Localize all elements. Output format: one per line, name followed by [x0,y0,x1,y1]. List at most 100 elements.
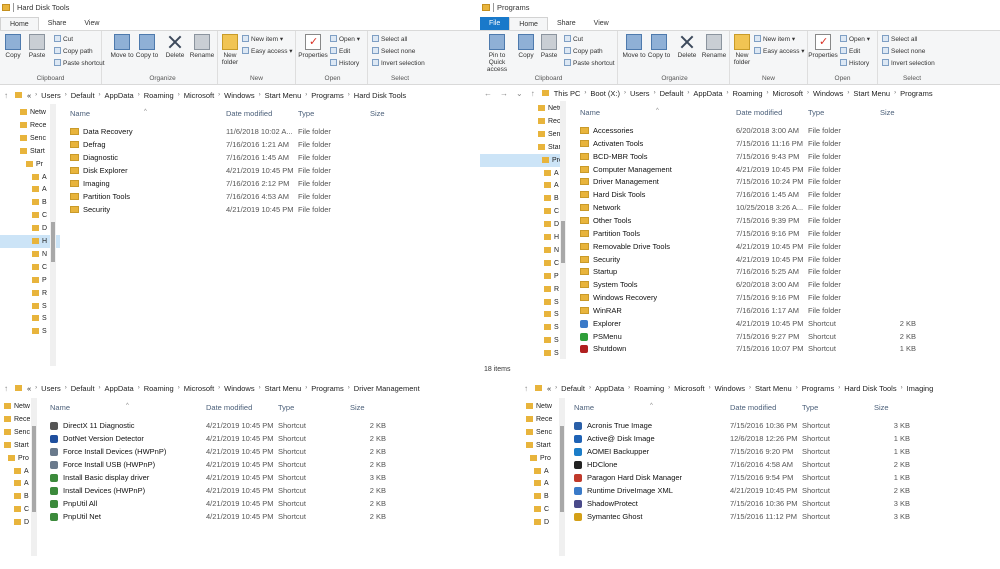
nav-item[interactable]: D [0,516,29,529]
move-to-button[interactable]: Move to [622,34,646,59]
tab-view[interactable]: View [585,17,618,30]
table-row[interactable]: Acronis True Image 7/15/2016 10:36 PM Shor… [570,419,990,432]
table-row[interactable]: Network 10/25/2018 3:26 A... File folder [576,201,996,214]
nav-item[interactable]: A [524,465,549,478]
table-row[interactable]: Imaging 7/16/2016 2:12 PM File folder [66,177,480,190]
nav-item[interactable]: D [480,218,559,231]
breadcrumb-item[interactable]: Default [69,91,97,100]
nav-item[interactable]: A [0,171,47,184]
move-to-button[interactable]: Move to [110,34,134,59]
breadcrumb-item[interactable]: Hard Disk Tools [352,91,408,100]
paste-shortcut-button[interactable]: Paste shortcut [564,59,615,68]
breadcrumb-item[interactable]: Driver Management [352,384,422,393]
forward-arrow-icon[interactable]: → [496,89,512,98]
breadcrumb-item[interactable]: « [25,91,33,100]
back-arrow-icon[interactable]: ← [480,89,496,98]
table-row[interactable]: AOMEI Backupper 7/15/2016 9:20 PM Shortcut… [570,445,990,458]
column-type[interactable]: Type [802,403,818,412]
breadcrumb-item[interactable]: Microsoft [182,384,216,393]
select-none-button[interactable]: Select none [372,47,415,56]
nav-item[interactable]: S [0,325,47,338]
nav-item[interactable]: H [480,231,559,244]
nav-item[interactable]: S [480,347,559,360]
paste-button[interactable]: Paste [538,34,560,59]
nav-item[interactable]: D [0,222,47,235]
table-row[interactable]: Security 4/21/2019 10:45 PM File folder [576,253,996,266]
copy-button[interactable]: Copy [2,34,24,59]
table-row[interactable]: Defrag 7/16/2016 1:21 AM File folder [66,138,480,151]
recent-chevron-icon[interactable]: ⌄ [512,89,527,98]
cut-button[interactable]: Cut [564,35,583,44]
nav-scrollbar-thumb[interactable] [560,426,564,512]
properties-button[interactable]: Properties [298,34,328,59]
address-bar[interactable]: ← → ⌄ ↑ This PC › Boot (X:) › Users › Default ›… [480,87,1000,99]
breadcrumb-item[interactable]: Default [559,384,587,393]
nav-item[interactable]: B [0,490,29,503]
nav-scrollbar-thumb[interactable] [561,221,565,263]
nav-item[interactable]: A [0,183,47,196]
breadcrumb-item[interactable]: AppData [593,384,626,393]
table-row[interactable]: Windows Recovery 7/15/2016 9:16 PM File fo… [576,291,996,304]
table-row[interactable]: Disk Explorer 4/21/2019 10:45 PM File fold… [66,164,480,177]
breadcrumb-item[interactable]: Roaming [632,384,666,393]
breadcrumb-item[interactable]: Default [658,89,686,98]
table-row[interactable]: Paragon Hard Disk Manager 7/15/2016 9:54 … [570,471,990,484]
up-arrow-icon[interactable]: ↑ [520,384,532,393]
breadcrumb-item[interactable]: Boot (X:) [588,89,622,98]
nav-item[interactable]: Pro [0,452,29,465]
nav-item[interactable]: A [0,465,29,478]
nav-item[interactable]: Senc [524,426,552,439]
table-row[interactable]: Startup 7/16/2016 5:25 AM File folder [576,265,996,278]
nav-item[interactable]: Start [480,141,563,154]
nav-item[interactable]: C [480,205,559,218]
breadcrumb-item[interactable]: AppData [103,91,136,100]
nav-item[interactable]: B [480,192,559,205]
nav-item[interactable]: Pro [480,153,565,167]
nav-item[interactable]: Start [524,439,551,452]
nav-scrollbar-thumb[interactable] [32,426,36,512]
up-arrow-icon[interactable]: ↑ [527,89,539,98]
table-row[interactable]: Force Install Devices (HWPnP) 4/21/2019 1… [46,445,466,458]
nav-item[interactable]: Rece [480,115,564,128]
edit-button[interactable]: Edit [330,47,350,56]
nav-item[interactable]: S [0,300,47,313]
table-row[interactable]: Driver Management 7/15/2016 10:24 PM File … [576,175,996,188]
table-row[interactable]: Diagnostic 7/16/2016 1:45 AM File folder [66,151,480,164]
table-row[interactable]: DirectX 11 Diagnostic 4/21/2019 10:45 PM S… [46,419,466,432]
select-all-button[interactable]: Select all [882,35,917,44]
breadcrumb-item[interactable]: Roaming [142,384,176,393]
nav-item[interactable]: A [480,179,559,192]
breadcrumb-item[interactable]: Programs [309,384,346,393]
breadcrumb-item[interactable]: Microsoft [771,89,805,98]
column-type[interactable]: Type [278,403,294,412]
nav-item[interactable]: Pro [524,452,551,465]
table-row[interactable]: Hard Disk Tools 7/16/2016 1:45 AM File fol… [576,188,996,201]
invert-selection-button[interactable]: Invert selection [372,59,425,68]
nav-item[interactable]: P [0,274,47,287]
new-item-button[interactable]: New item ▾ [242,35,283,44]
breadcrumb-item[interactable]: Start Menu [263,91,304,100]
table-row[interactable]: Symantec Ghost 7/15/2016 11:12 PM Shortcut… [570,510,990,523]
nav-item[interactable]: B [524,490,549,503]
column-date[interactable]: Date modified [736,108,782,117]
nav-item[interactable]: C [524,503,549,516]
up-arrow-icon[interactable]: ↑ [0,91,12,100]
table-row[interactable]: DotNet Version Detector 4/21/2019 10:45 P… [46,432,466,445]
breadcrumb-item[interactable]: Roaming [142,91,176,100]
table-row[interactable]: System Tools 6/20/2018 3:00 AM File folder [576,278,996,291]
breadcrumb-item[interactable]: Default [69,384,97,393]
nav-item[interactable]: R [0,287,47,300]
nav-item[interactable]: C [0,503,29,516]
nav-item[interactable]: S [480,296,559,309]
invert-selection-button[interactable]: Invert selection [882,59,935,68]
tab-home[interactable]: Home [509,17,548,30]
nav-scrollbar[interactable] [560,101,566,359]
delete-button[interactable]: Delete [674,34,700,59]
breadcrumb-item[interactable]: Users [39,91,63,100]
table-row[interactable]: Activaten Tools 7/15/2016 11:16 PM File fo… [576,137,996,150]
nav-item[interactable]: Rece [0,119,46,132]
breadcrumb-item[interactable]: Users [39,384,63,393]
new-item-button[interactable]: New item ▾ [754,35,795,44]
nav-item[interactable]: Rece [524,413,552,426]
nav-item[interactable]: Netw [0,106,46,119]
